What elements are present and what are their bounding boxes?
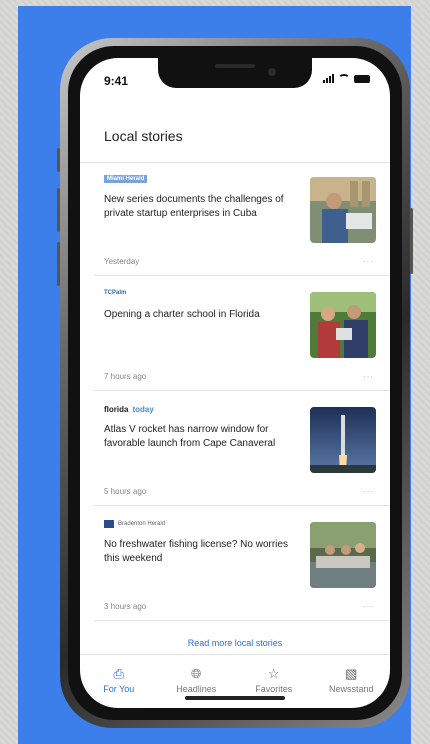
story-divider bbox=[94, 620, 390, 621]
battery-icon bbox=[354, 75, 370, 83]
nav-favorites[interactable]: ☆ Favorites bbox=[235, 655, 313, 708]
story-card[interactable]: Bradenton Herald No freshwater fishing l… bbox=[80, 508, 390, 621]
for-you-icon: ⎙ bbox=[113, 666, 124, 681]
source-logo-part2: today bbox=[132, 405, 154, 414]
more-options-icon[interactable]: ··· bbox=[363, 257, 374, 266]
story-image bbox=[310, 407, 376, 473]
app-screen: 9:41 Local stories Miami Herald New seri… bbox=[80, 58, 390, 708]
story-headline[interactable]: Opening a charter school in Florida bbox=[104, 308, 294, 322]
story-image bbox=[310, 522, 376, 588]
nav-for-you[interactable]: ⎙ For You bbox=[80, 655, 158, 708]
status-time: 9:41 bbox=[104, 74, 129, 88]
volume-up-button bbox=[57, 188, 60, 232]
signal-icon bbox=[323, 74, 334, 83]
power-button bbox=[410, 208, 413, 274]
star-icon: ☆ bbox=[267, 666, 280, 681]
notch bbox=[158, 58, 312, 88]
more-options-icon[interactable]: ··· bbox=[363, 487, 374, 496]
globe-icon: 🌐︎ bbox=[191, 666, 202, 681]
wifi-icon bbox=[338, 74, 350, 83]
story-card[interactable]: TCPalm Opening a charter school in Flori… bbox=[80, 278, 390, 391]
mute-switch bbox=[57, 148, 60, 172]
source-logo: Bradenton Herald bbox=[104, 520, 165, 528]
nav-label: Headlines bbox=[176, 684, 217, 694]
phone-frame: 9:41 Local stories Miami Herald New seri… bbox=[57, 38, 413, 728]
source-logo: Miami Herald bbox=[104, 175, 148, 183]
nav-newsstand[interactable]: ▧ Newsstand bbox=[313, 655, 391, 708]
story-divider bbox=[94, 505, 390, 506]
story-time: Yesterday bbox=[104, 257, 140, 266]
nav-headlines[interactable]: 🌐︎ Headlines bbox=[158, 655, 236, 708]
story-time: 5 hours ago bbox=[104, 487, 147, 496]
story-divider bbox=[94, 275, 390, 276]
newsstand-icon: ▧ bbox=[345, 666, 358, 681]
story-card[interactable]: florida today Atlas V rocket has narrow w… bbox=[80, 393, 390, 506]
phone-bezel: 9:41 Local stories Miami Herald New seri… bbox=[68, 46, 402, 720]
status-icons bbox=[323, 74, 370, 83]
source-name: Bradenton Herald bbox=[118, 521, 166, 527]
bradenton-herald-logo-icon bbox=[104, 520, 114, 528]
story-thumbnail[interactable] bbox=[310, 177, 376, 243]
camera-icon bbox=[268, 68, 276, 76]
story-thumbnail[interactable] bbox=[310, 292, 376, 358]
story-image bbox=[310, 292, 376, 358]
source-logo-part1: florida bbox=[104, 405, 129, 414]
story-headline[interactable]: No freshwater fishing license? No worrie… bbox=[104, 538, 294, 566]
read-more-link[interactable]: Read more local stories bbox=[80, 638, 390, 648]
story-thumbnail[interactable] bbox=[310, 407, 376, 473]
page-title: Local stories bbox=[104, 128, 183, 144]
speaker-grille bbox=[215, 64, 255, 68]
story-image bbox=[310, 177, 376, 243]
story-headline[interactable]: Atlas V rocket has narrow window for fav… bbox=[104, 423, 294, 451]
source-logo: TCPalm bbox=[104, 290, 127, 296]
story-card[interactable]: Miami Herald New series documents the ch… bbox=[80, 163, 390, 276]
story-headline[interactable]: New series documents the challenges of p… bbox=[104, 193, 294, 221]
nav-label: Newsstand bbox=[328, 684, 374, 694]
nav-label: Favorites bbox=[255, 684, 293, 694]
nav-label: For You bbox=[103, 684, 135, 694]
home-indicator[interactable] bbox=[185, 696, 285, 700]
story-divider bbox=[94, 390, 390, 391]
story-thumbnail[interactable] bbox=[310, 522, 376, 588]
more-options-icon[interactable]: ··· bbox=[363, 372, 374, 381]
volume-down-button bbox=[57, 242, 60, 286]
source-logo: florida today bbox=[104, 405, 154, 414]
story-time: 7 hours ago bbox=[104, 372, 147, 381]
more-options-icon[interactable]: ··· bbox=[363, 602, 374, 611]
story-time: 3 hours ago bbox=[104, 602, 147, 611]
